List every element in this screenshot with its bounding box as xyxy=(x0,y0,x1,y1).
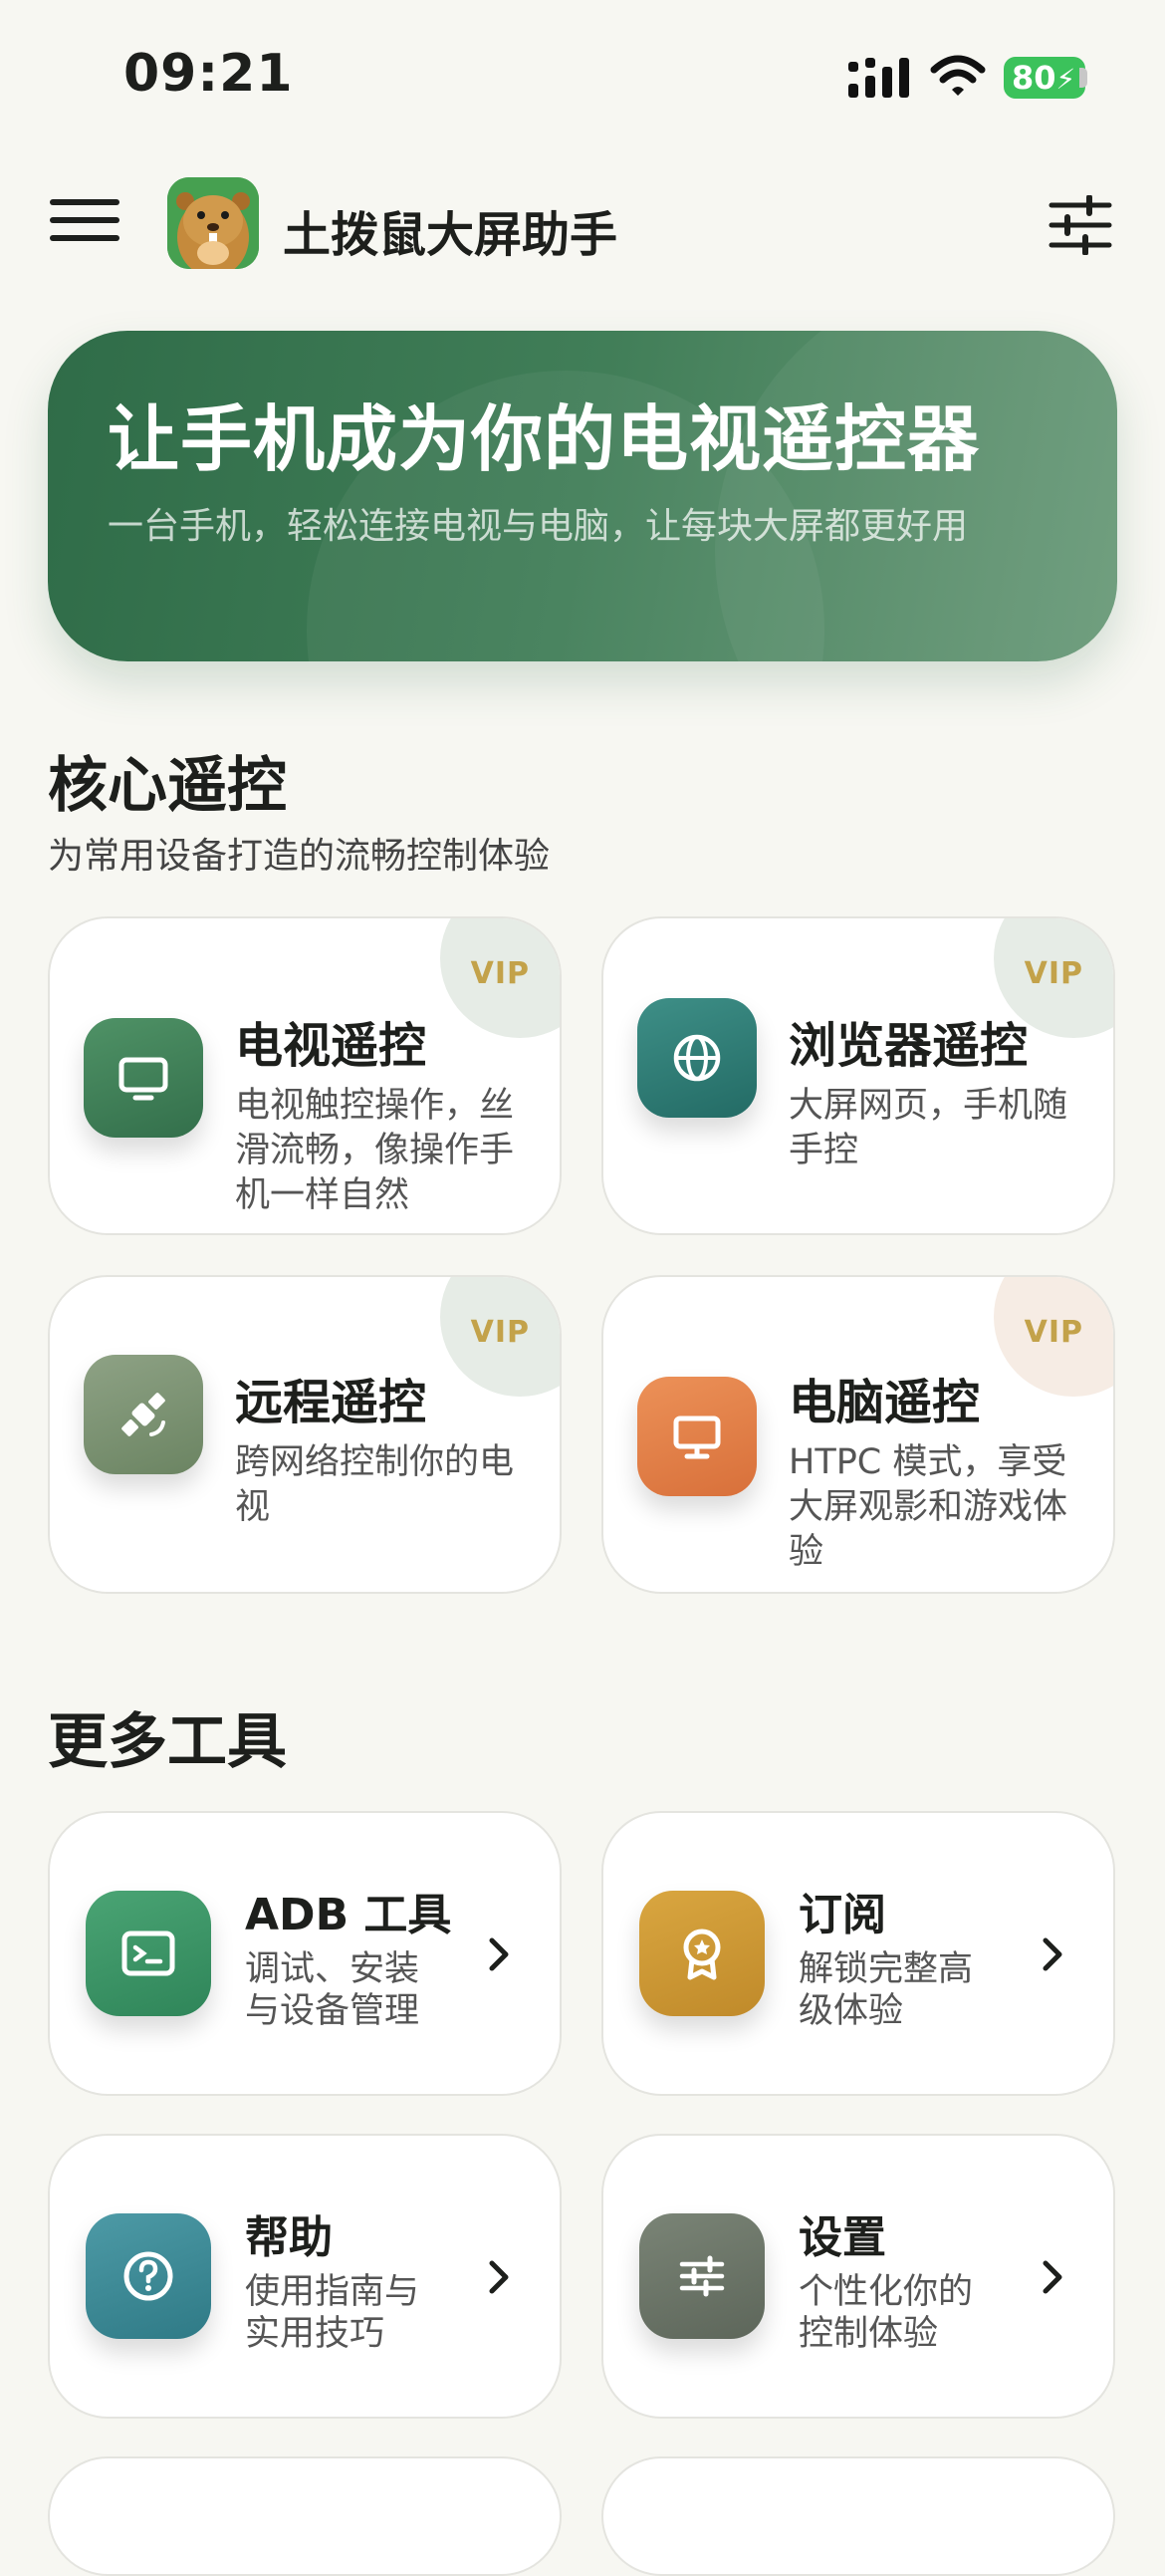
menu-button[interactable] xyxy=(50,199,119,249)
chevron-right-icon xyxy=(489,2260,509,2294)
battery-cap xyxy=(1079,68,1087,88)
pc-remote-card[interactable]: VIP 电脑遥控 HTPC 模式，享受大屏观影和游戏体验 xyxy=(601,1275,1115,1594)
help-card[interactable]: 帮助 使用指南与实用技巧 xyxy=(48,2134,562,2419)
monitor-icon xyxy=(637,1377,757,1496)
menu-icon-line xyxy=(50,217,119,223)
tv-icon xyxy=(84,1018,203,1138)
core-section-title: 核心遥控 xyxy=(48,751,287,821)
browser-remote-card[interactable]: VIP 浏览器遥控 大屏网页，手机随手控 xyxy=(601,916,1115,1235)
card-description: 个性化你的控制体验 xyxy=(799,2272,974,2354)
card-description: 电视触控操作，丝滑流畅，像操作手机一样自然 xyxy=(235,1086,515,1215)
award-icon xyxy=(639,1891,765,2016)
card-title: 帮助 xyxy=(245,2212,333,2263)
menu-icon-line xyxy=(50,235,119,241)
vip-badge: VIP xyxy=(470,1315,530,1350)
tool-card-partial[interactable] xyxy=(48,2456,562,2576)
battery-indicator: 80⚡ xyxy=(1004,57,1085,99)
vip-badge: VIP xyxy=(1024,1315,1083,1350)
core-section-subtitle: 为常用设备打造的流畅控制体验 xyxy=(48,836,551,877)
globe-icon xyxy=(637,998,757,1118)
card-description: 解锁完整高级体验 xyxy=(799,1949,974,2031)
vip-badge: VIP xyxy=(470,956,530,991)
card-description: 大屏网页，手机随手控 xyxy=(789,1086,1068,1170)
card-description: HTPC 模式，享受大屏观影和游戏体验 xyxy=(789,1442,1068,1572)
card-description: 跨网络控制你的电视 xyxy=(235,1442,515,1527)
card-title: 电视遥控 xyxy=(235,1018,427,1074)
status-time: 09:21 xyxy=(123,44,294,104)
remote-control-card[interactable]: VIP 远程遥控 跨网络控制你的电视 xyxy=(48,1275,562,1594)
card-title: 浏览器遥控 xyxy=(789,1018,1029,1074)
settings-card[interactable]: 设置 个性化你的控制体验 xyxy=(601,2134,1115,2419)
chevron-right-icon xyxy=(1043,2260,1062,2294)
app-logo xyxy=(167,177,259,269)
subscribe-card[interactable]: 订阅 解锁完整高级体验 xyxy=(601,1811,1115,2096)
card-title: ADB 工具 xyxy=(245,1890,452,1940)
status-bar: 09:21 80⚡ xyxy=(0,0,1165,149)
card-title: 电脑遥控 xyxy=(789,1375,981,1430)
hero-subtitle: 一台手机，轻松连接电视与电脑，让每块大屏都更好用 xyxy=(108,506,969,547)
battery-level: 80 xyxy=(1012,59,1056,97)
filter-settings-icon[interactable] xyxy=(1046,195,1115,255)
tools-section-title: 更多工具 xyxy=(48,1707,287,1777)
hero-title: 让手机成为你的电视遥控器 xyxy=(108,397,981,481)
tool-card-partial[interactable] xyxy=(601,2456,1115,2576)
cellular-signal-icon xyxy=(848,58,909,98)
app-title: 土拨鼠大屏助手 xyxy=(283,207,618,263)
card-description: 调试、安装与设备管理 xyxy=(245,1949,420,2031)
sliders-icon xyxy=(639,2213,765,2339)
adb-tools-card[interactable]: ADB 工具 调试、安装与设备管理 xyxy=(48,1811,562,2096)
card-description: 使用指南与实用技巧 xyxy=(245,2272,420,2354)
chevron-right-icon xyxy=(489,1937,509,1971)
card-title: 远程遥控 xyxy=(235,1375,427,1430)
card-title: 订阅 xyxy=(799,1890,886,1940)
groundhog-icon xyxy=(167,177,259,269)
help-icon xyxy=(86,2213,211,2339)
menu-icon xyxy=(50,199,119,205)
wifi-icon xyxy=(930,55,986,96)
hero-banner: 让手机成为你的电视遥控器 一台手机，轻松连接电视与电脑，让每块大屏都更好用 xyxy=(48,331,1117,661)
card-title: 设置 xyxy=(799,2212,886,2263)
tv-remote-card[interactable]: VIP 电视遥控 电视触控操作，丝滑流畅，像操作手机一样自然 xyxy=(48,916,562,1235)
vip-badge: VIP xyxy=(1024,956,1083,991)
charging-icon: ⚡ xyxy=(1055,63,1076,96)
satellite-icon xyxy=(84,1355,203,1474)
chevron-right-icon xyxy=(1043,1937,1062,1971)
terminal-icon xyxy=(86,1891,211,2016)
